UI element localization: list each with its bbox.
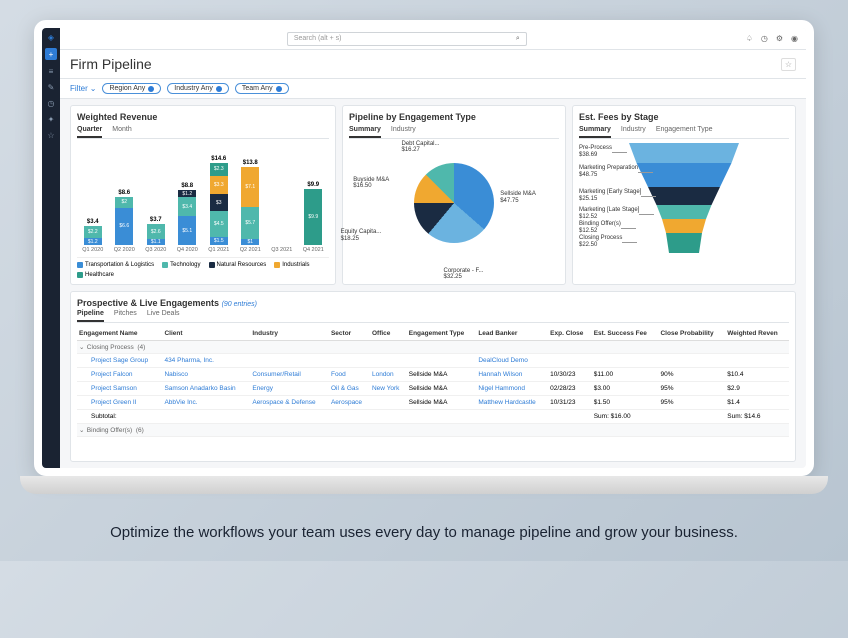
nav-spark-icon[interactable]: ✦ (46, 114, 56, 124)
bar-legend: Transportation & LogisticsTechnologyNatu… (77, 257, 329, 278)
table-row[interactable]: Project FalconNabiscoConsumer/RetailFood… (77, 368, 789, 382)
table-header[interactable]: Est. Success Fee (592, 327, 659, 341)
chevron-down-icon: ⌄ (90, 84, 97, 93)
gear-icon[interactable]: ⚙ (776, 34, 783, 43)
caption: Optimize the workflows your team uses ev… (20, 524, 828, 541)
tab-quarter[interactable]: Quarter (77, 126, 102, 138)
pipeline-type-card: Pipeline by Engagement Type Summary Indu… (342, 105, 566, 285)
filter-bar: Filter ⌄ Region Any Industry Any Team An… (60, 79, 806, 99)
filter-pill-industry[interactable]: Industry Any (167, 83, 229, 94)
search-input[interactable]: Search (alt + s) ⌕ (287, 32, 527, 46)
card-title: Weighted Revenue (77, 112, 329, 122)
tab-engagement-type[interactable]: Engagement Type (656, 126, 713, 138)
table-header[interactable]: Weighted Reven (725, 327, 789, 341)
engagements-table: Engagement NameClientIndustrySectorOffic… (77, 327, 789, 437)
tab-industry[interactable]: Industry (621, 126, 646, 138)
logo-icon[interactable]: ◈ (46, 32, 56, 42)
table-header[interactable]: Engagement Type (407, 327, 477, 341)
table-header[interactable]: Exp. Close (548, 327, 592, 341)
user-icon[interactable]: ◉ (791, 34, 798, 43)
search-icon: ⌕ (516, 35, 520, 43)
sidebar: ◈ + ≡ ✎ ◷ ✦ ☆ (42, 28, 60, 468)
filter-pill-region[interactable]: Region Any (102, 83, 161, 94)
nav-list-icon[interactable]: ≡ (46, 66, 56, 76)
tab-pipeline[interactable]: Pipeline (77, 310, 104, 322)
table-row[interactable]: Project SamsonSamson Anadarko BasinEnerg… (77, 382, 789, 396)
tab-pitches[interactable]: Pitches (114, 310, 137, 322)
filter-button[interactable]: Filter ⌄ (70, 84, 96, 93)
table-header[interactable]: Sector (329, 327, 370, 341)
nav-clock-icon[interactable]: ◷ (46, 98, 56, 108)
topbar: Search (alt + s) ⌕ ♤ ◷ ⚙ ◉ (60, 28, 806, 50)
table-row[interactable]: Project Sage Group434 Pharma, Inc.DealCl… (77, 354, 789, 368)
table-header[interactable]: Industry (250, 327, 329, 341)
clock-icon[interactable]: ◷ (761, 34, 768, 43)
card-title: Pipeline by Engagement Type (349, 112, 559, 122)
bar-chart: $3.4$1.2$2.2Q1 2020$8.6$6.6$2Q2 2020$3.7… (77, 143, 329, 253)
nav-edit-icon[interactable]: ✎ (46, 82, 56, 92)
card-title: Est. Fees by Stage (579, 112, 789, 122)
table-row[interactable]: Project Green IIAbbVie Inc.Aerospace & D… (77, 396, 789, 410)
page-title: Firm Pipeline (70, 56, 152, 72)
table-header[interactable]: Engagement Name (77, 327, 162, 341)
weighted-revenue-card: Weighted Revenue Quarter Month $3.4$1.2$… (70, 105, 336, 285)
tab-industry[interactable]: Industry (391, 126, 416, 138)
filter-pill-team[interactable]: Team Any (235, 83, 289, 94)
engagements-table-card: Prospective & Live Engagements (90 entri… (70, 291, 796, 462)
tab-month[interactable]: Month (112, 126, 131, 138)
tab-summary[interactable]: Summary (349, 126, 381, 138)
card-title: Prospective & Live Engagements (90 entri… (77, 298, 789, 308)
fees-stage-card: Est. Fees by Stage Summary Industry Enga… (572, 105, 796, 285)
nav-star-icon[interactable]: ☆ (46, 130, 56, 140)
table-header[interactable]: Office (370, 327, 407, 341)
tab-summary[interactable]: Summary (579, 126, 611, 138)
search-placeholder: Search (alt + s) (294, 35, 342, 42)
bell-icon[interactable]: ♤ (746, 34, 753, 43)
table-header[interactable]: Client (162, 327, 250, 341)
funnel-chart: Pre-Process$38.69Marketing Preparation$4… (579, 143, 789, 263)
nav-add-icon[interactable]: + (45, 48, 57, 60)
pie-chart: Sellside M&A$47.75Corporate - F...$32.25… (349, 143, 559, 263)
tab-live-deals[interactable]: Live Deals (147, 310, 180, 322)
table-header[interactable]: Lead Banker (476, 327, 548, 341)
table-header[interactable]: Close Probability (658, 327, 725, 341)
favorite-button[interactable]: ☆ (781, 58, 796, 71)
page-header: Firm Pipeline ☆ (60, 50, 806, 79)
